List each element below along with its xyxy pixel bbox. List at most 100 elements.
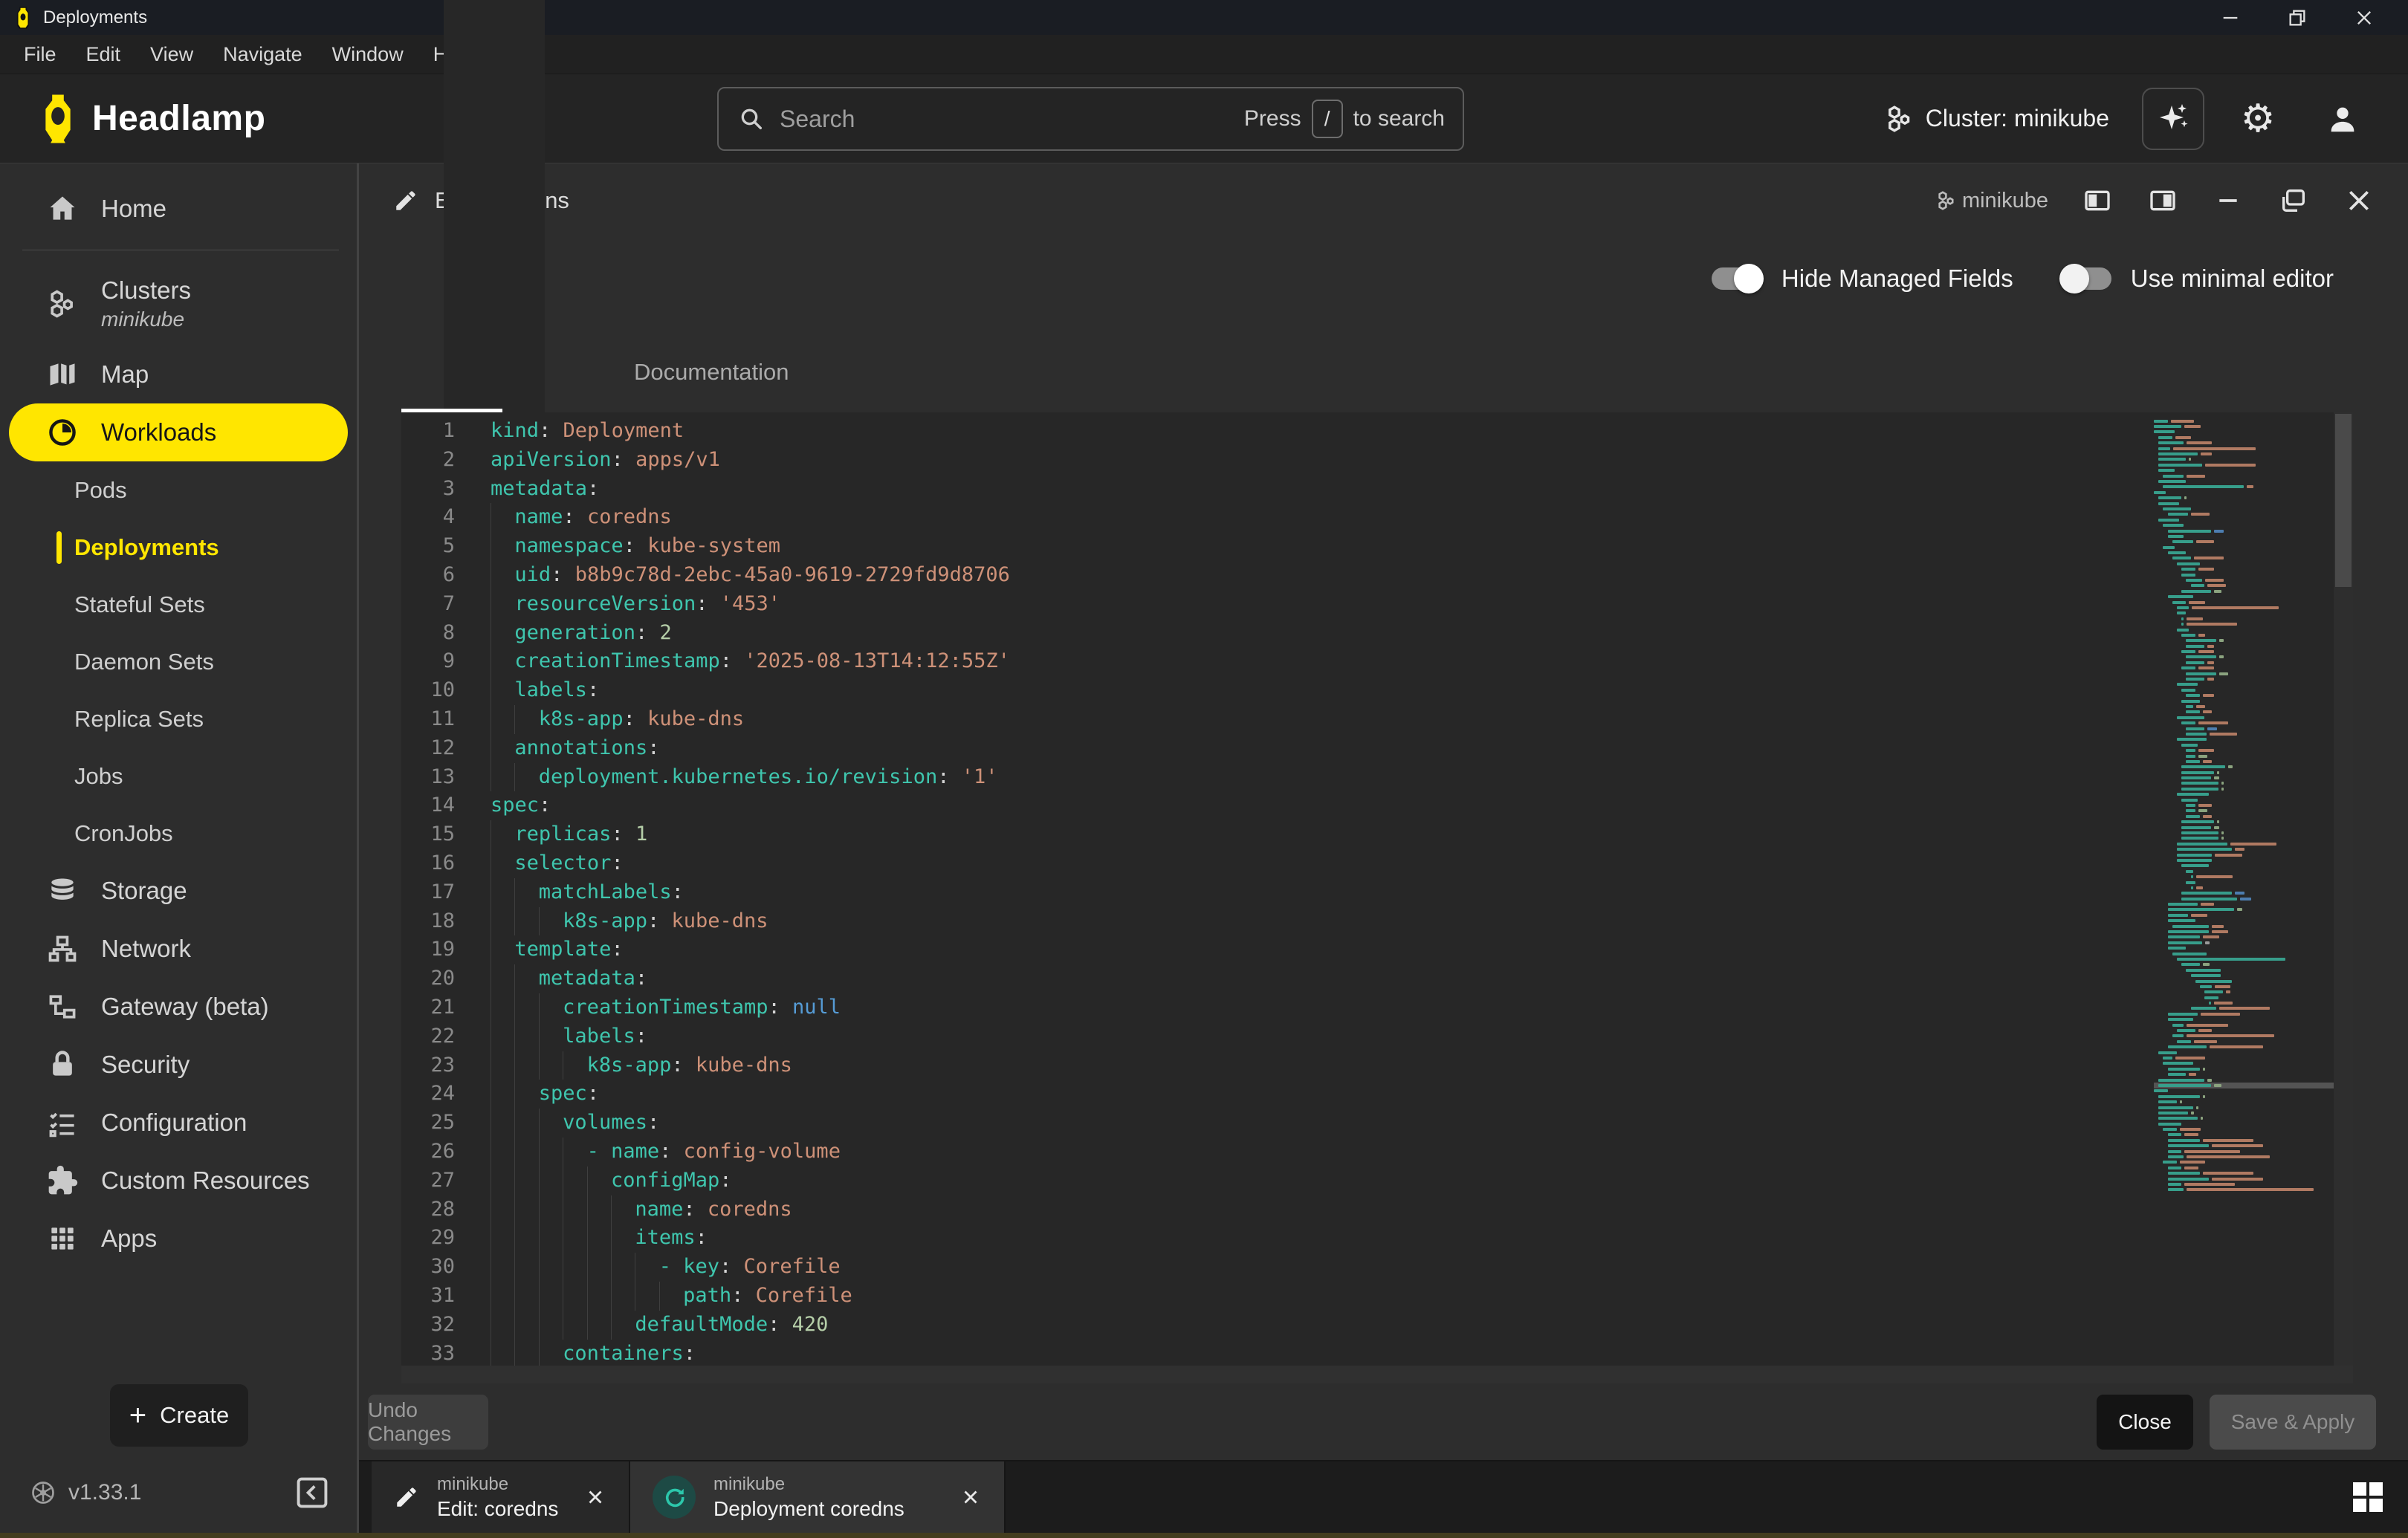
- hide-managed-fields-toggle[interactable]: Hide Managed Fields: [1712, 265, 2013, 293]
- code-line[interactable]: 9creationTimestamp: '2025-08-13T14:12:55…: [401, 647, 2154, 676]
- code-line[interactable]: 11k8s-app: kube-dns: [401, 705, 2154, 734]
- code-line[interactable]: 1kind: Deployment: [401, 417, 2154, 446]
- ai-assistant-button[interactable]: [2142, 88, 2204, 150]
- panel-minimize-button[interactable]: [2212, 184, 2244, 217]
- window-restore-button[interactable]: [2264, 0, 2331, 35]
- sidebar-item-security[interactable]: Security: [9, 1036, 348, 1094]
- cluster-chooser-button[interactable]: Cluster: minikube: [1884, 103, 2109, 134]
- search-input[interactable]: Search Press / to search: [717, 87, 1464, 151]
- panel-close-button[interactable]: [2343, 184, 2375, 217]
- code-line[interactable]: 29items:: [401, 1224, 2154, 1253]
- code-line[interactable]: 8generation: 2: [401, 619, 2154, 648]
- code-area[interactable]: 1kind: Deployment2apiVersion: apps/v13me…: [401, 412, 2154, 1366]
- tab-editor[interactable]: Editor: [444, 0, 545, 412]
- sidebar-item-custom-resources[interactable]: Custom Resources: [9, 1152, 348, 1210]
- tab-close-icon[interactable]: [959, 1486, 982, 1508]
- create-button[interactable]: + Create: [110, 1384, 248, 1447]
- window-layout-grid-button[interactable]: [2346, 1475, 2390, 1519]
- code-line[interactable]: 22labels:: [401, 1022, 2154, 1051]
- tab-cluster-label: minikube: [437, 1473, 566, 1496]
- code-line[interactable]: 4name: coredns: [401, 503, 2154, 532]
- code-line[interactable]: 13deployment.kubernetes.io/revision: '1': [401, 763, 2154, 792]
- undo-changes-button[interactable]: Undo Changes: [368, 1395, 488, 1450]
- storage-icon: [46, 875, 79, 907]
- sidebar-item-jobs[interactable]: Jobs: [0, 747, 357, 805]
- sidebar-item-workloads[interactable]: Workloads: [9, 403, 348, 461]
- sidebar-item-replica-sets[interactable]: Replica Sets: [0, 690, 357, 747]
- code-line[interactable]: 24spec:: [401, 1080, 2154, 1109]
- sidebar-item-configuration[interactable]: Configuration: [9, 1094, 348, 1152]
- bottom-tab-deployment-coredns[interactable]: minikube Deployment coredns: [630, 1461, 1006, 1533]
- close-button[interactable]: Close: [2097, 1395, 2193, 1450]
- gateway-icon: [46, 990, 79, 1023]
- sidebar-item-storage[interactable]: Storage: [9, 862, 348, 920]
- sidebar-item-apps[interactable]: Apps: [9, 1210, 348, 1268]
- indent-guide: [491, 993, 514, 1022]
- code-line[interactable]: 5namespace: kube-system: [401, 532, 2154, 561]
- code-line[interactable]: 23k8s-app: kube-dns: [401, 1051, 2154, 1080]
- code-line[interactable]: 16selector:: [401, 849, 2154, 878]
- code-line[interactable]: 12annotations:: [401, 734, 2154, 763]
- tab-documentation[interactable]: Documentation: [634, 359, 789, 412]
- sidebar-item-home[interactable]: Home: [9, 180, 348, 238]
- panel-detach-button[interactable]: [2277, 184, 2310, 217]
- toggle-switch-on[interactable]: [1712, 267, 1762, 290]
- sidebar-item-network[interactable]: Network: [9, 920, 348, 978]
- sidebar-item-deployments[interactable]: Deployments: [0, 519, 357, 576]
- sidebar-item-clusters[interactable]: Clustersminikube: [9, 262, 348, 345]
- code-line[interactable]: 17matchLabels:: [401, 878, 2154, 907]
- minimap-line: [2154, 1022, 2334, 1028]
- code-line[interactable]: 10labels:: [401, 676, 2154, 705]
- code-line[interactable]: 30- key: Corefile: [401, 1253, 2154, 1282]
- sidebar-collapse-button[interactable]: [293, 1473, 331, 1512]
- line-number: 31: [401, 1282, 455, 1311]
- code-line[interactable]: 19template:: [401, 935, 2154, 964]
- user-account-button[interactable]: [2311, 88, 2374, 150]
- code-token: :: [539, 791, 551, 820]
- scrollbar-thumb[interactable]: [2335, 414, 2352, 587]
- code-line[interactable]: 14spec:: [401, 791, 2154, 820]
- save-apply-button[interactable]: Save & Apply: [2210, 1395, 2376, 1450]
- editor-horizontal-scrollbar[interactable]: [401, 1366, 2353, 1383]
- code-line[interactable]: 25volumes:: [401, 1109, 2154, 1138]
- menu-edit[interactable]: Edit: [74, 39, 133, 71]
- code-line[interactable]: 15replicas: 1: [401, 820, 2154, 849]
- tab-close-icon[interactable]: [584, 1486, 606, 1508]
- code-line[interactable]: 20metadata:: [401, 964, 2154, 993]
- yaml-editor[interactable]: 1kind: Deployment2apiVersion: apps/v13me…: [401, 412, 2353, 1366]
- dock-right-button[interactable]: [2146, 184, 2179, 217]
- code-line[interactable]: 2apiVersion: apps/v1: [401, 446, 2154, 475]
- code-line[interactable]: 3metadata:: [401, 475, 2154, 504]
- editor-scrollbar[interactable]: [2334, 412, 2353, 1366]
- sidebar-item-stateful-sets[interactable]: Stateful Sets: [0, 576, 357, 633]
- code-line[interactable]: 21creationTimestamp: null: [401, 993, 2154, 1022]
- code-line[interactable]: 31path: Corefile: [401, 1282, 2154, 1311]
- window-minimize-button[interactable]: [2197, 0, 2264, 35]
- sidebar-item-label: Home: [101, 195, 166, 223]
- menu-file[interactable]: File: [12, 39, 68, 71]
- code-line[interactable]: 26- name: config-volume: [401, 1138, 2154, 1167]
- sidebar-item-gateway-beta[interactable]: Gateway (beta): [9, 978, 348, 1036]
- code-line[interactable]: 28name: coredns: [401, 1195, 2154, 1224]
- sidebar-item-map[interactable]: Map: [9, 345, 348, 403]
- bottom-tab-edit-coredns[interactable]: minikube Edit: coredns: [372, 1461, 630, 1533]
- sidebar-item-cronjobs[interactable]: CronJobs: [0, 805, 357, 862]
- code-token: :: [635, 619, 660, 648]
- sidebar-item-daemon-sets[interactable]: Daemon Sets: [0, 633, 357, 690]
- menu-view[interactable]: View: [138, 39, 205, 71]
- settings-button[interactable]: ⚙: [2227, 88, 2289, 150]
- code-line[interactable]: 27configMap:: [401, 1167, 2154, 1195]
- use-minimal-editor-toggle[interactable]: Use minimal editor: [2061, 265, 2334, 293]
- dock-left-button[interactable]: [2081, 184, 2114, 217]
- editor-minimap[interactable]: [2154, 412, 2334, 1366]
- code-line[interactable]: 7resourceVersion: '453': [401, 590, 2154, 619]
- window-close-button[interactable]: [2331, 0, 2398, 35]
- code-line[interactable]: 32defaultMode: 420: [401, 1311, 2154, 1340]
- toggle-switch-off[interactable]: [2061, 267, 2111, 290]
- code-line[interactable]: 6uid: b8b9c78d-2ebc-45a0-9619-2729fd9d87…: [401, 561, 2154, 590]
- code-line[interactable]: 33containers:: [401, 1340, 2154, 1366]
- sidebar-item-pods[interactable]: Pods: [0, 461, 357, 519]
- menu-window[interactable]: Window: [320, 39, 415, 71]
- code-line[interactable]: 18k8s-app: kube-dns: [401, 907, 2154, 936]
- menu-navigate[interactable]: Navigate: [211, 39, 314, 71]
